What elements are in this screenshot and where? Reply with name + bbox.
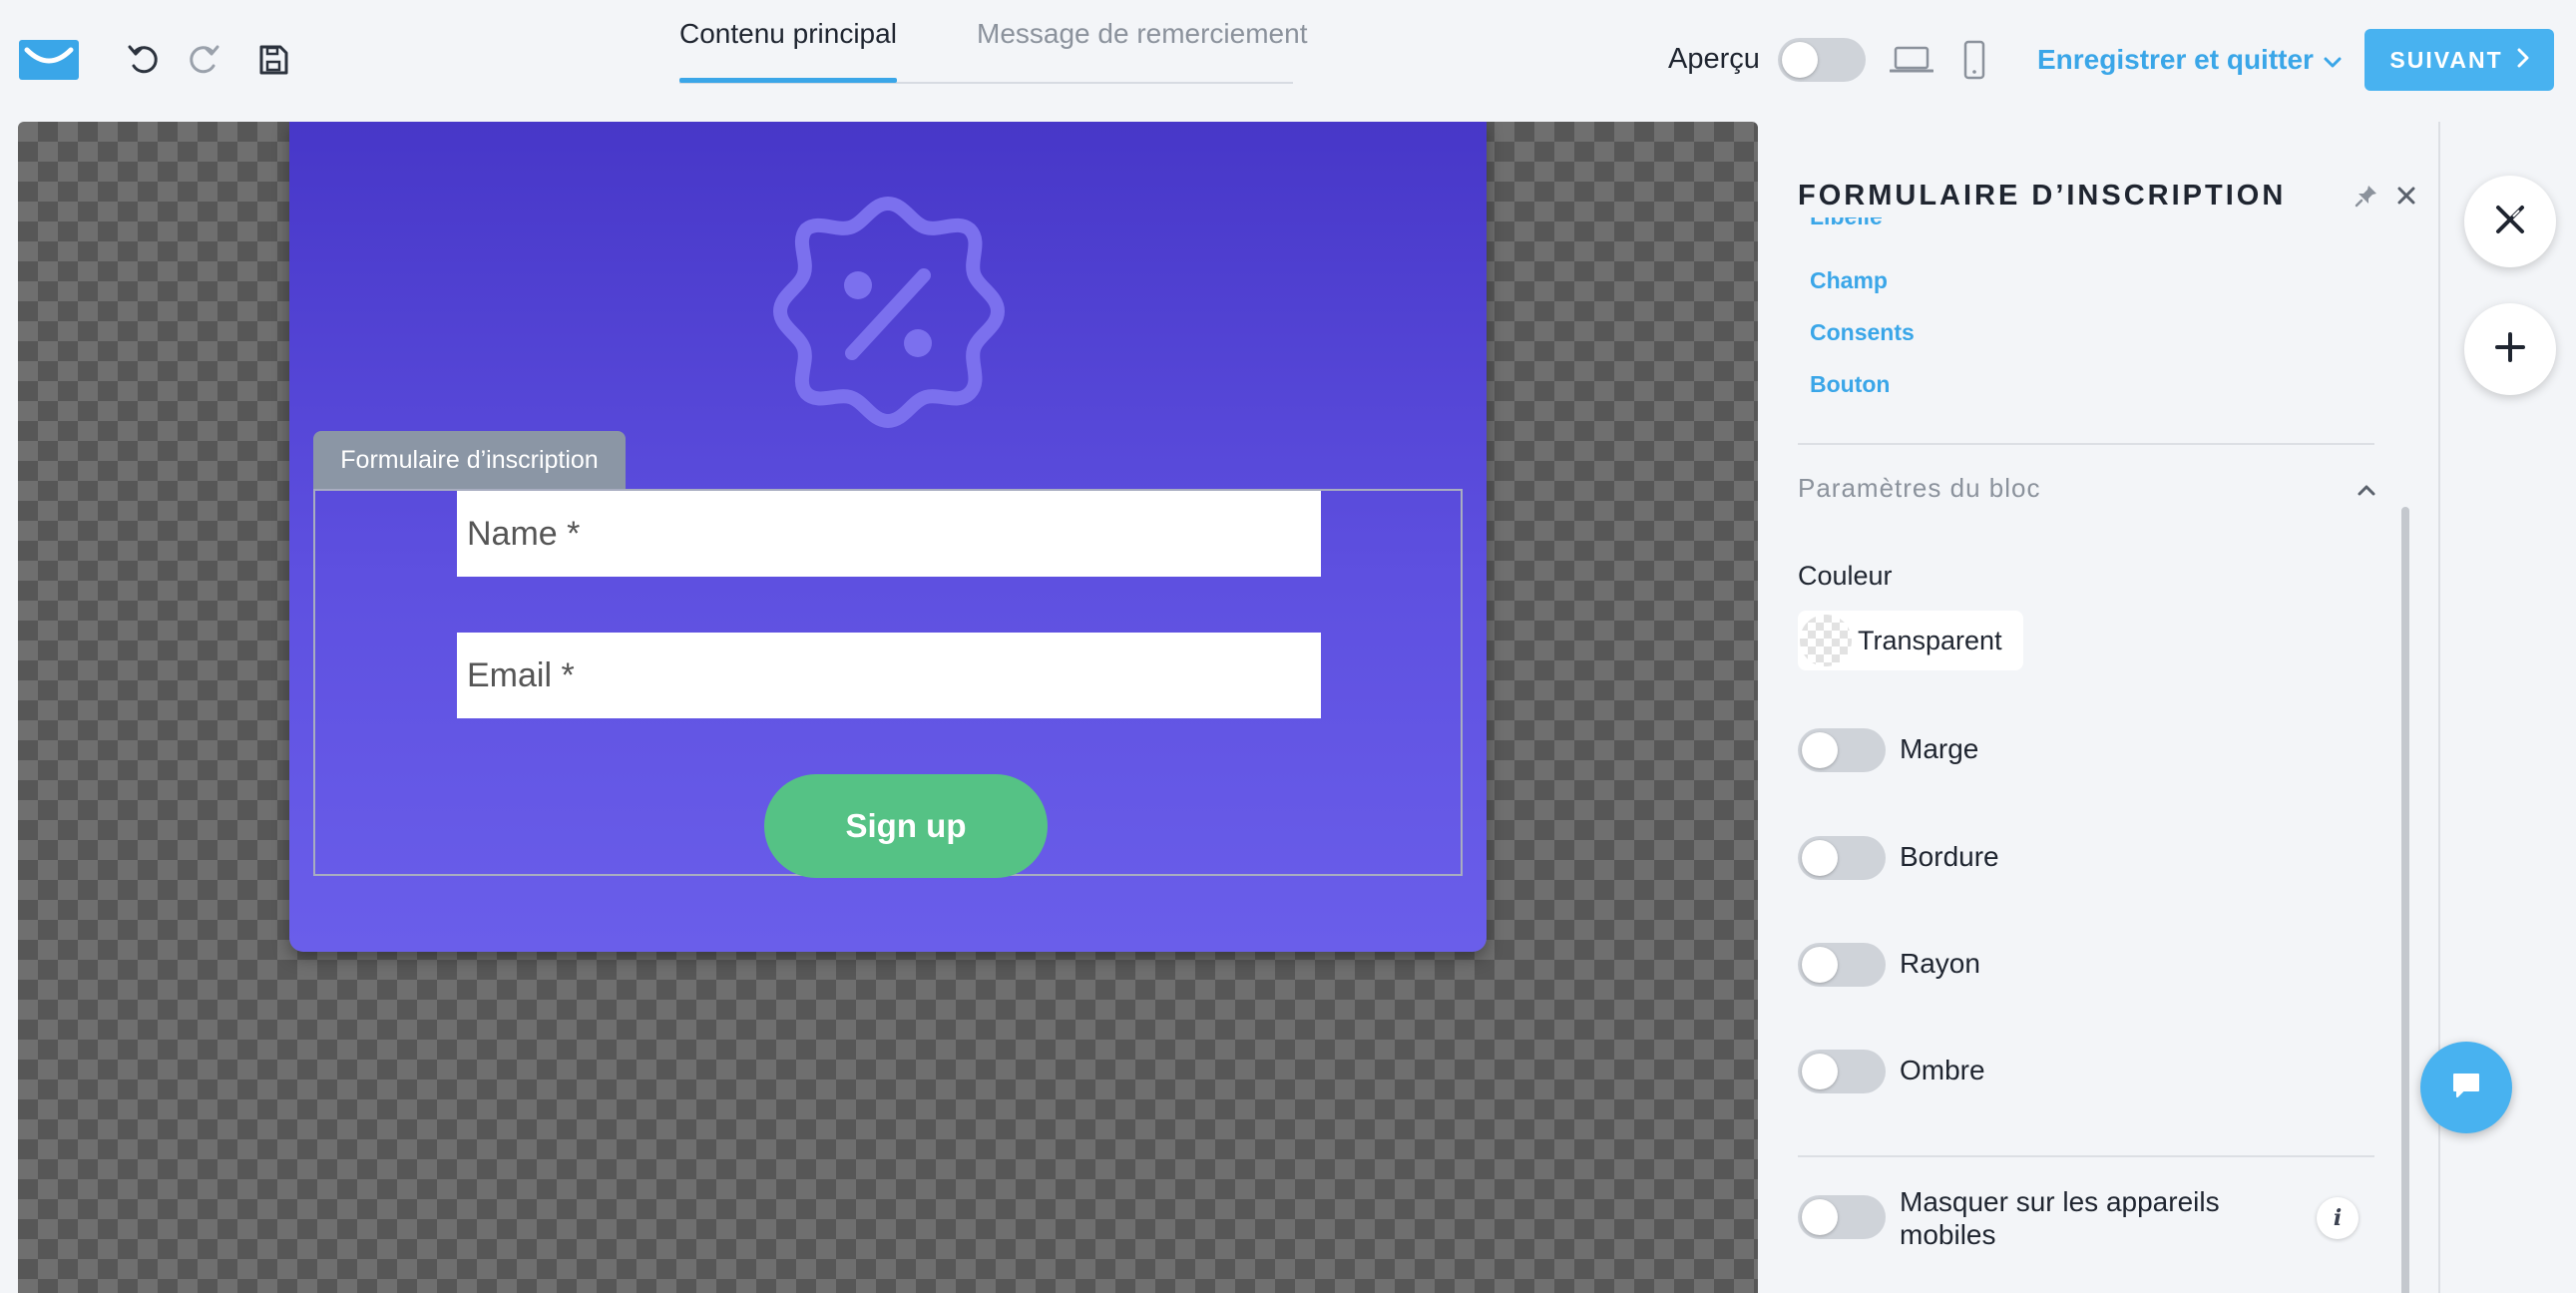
envelope-logo-icon[interactable] [18, 38, 80, 82]
chat-button[interactable] [2420, 1042, 2512, 1133]
tab-main-content[interactable]: Contenu principal [679, 18, 897, 50]
next-button[interactable]: SUIVANT [2364, 29, 2554, 91]
editor-canvas[interactable]: Formulaire d’inscription Sign up [18, 122, 1758, 1293]
preview-label: Aperçu [1668, 43, 1760, 75]
color-value: Transparent [1858, 625, 2002, 655]
toggle-knob [1802, 1054, 1838, 1089]
chevron-up-icon[interactable] [2355, 479, 2378, 503]
divider [1798, 443, 2374, 445]
margin-label: Marge [1900, 733, 1979, 764]
save-and-quit-label: Enregistrer et quitter [2037, 44, 2314, 75]
toggle-knob [1782, 42, 1818, 78]
panel-link-consents[interactable]: Consents [1810, 319, 1915, 346]
chevron-down-icon [2324, 44, 2342, 76]
close-icon [2493, 203, 2527, 241]
transparent-swatch-icon [1800, 615, 1852, 666]
border-label: Bordure [1900, 841, 1999, 872]
panel-link-label[interactable]: Libellé [1810, 217, 1883, 230]
top-bar: Contenu principal Message de remerciemen… [0, 0, 2576, 120]
close-editor-button[interactable] [2464, 176, 2556, 267]
info-icon[interactable]: i [2317, 1197, 2359, 1239]
tab-thank-you-message[interactable]: Message de remerciement [977, 18, 1307, 50]
radius-toggle[interactable] [1798, 943, 1886, 987]
laptop-icon[interactable] [1888, 38, 1935, 82]
active-tab-indicator [679, 78, 897, 83]
save-and-quit-button[interactable]: Enregistrer et quitter [2037, 44, 2342, 76]
shadow-toggle[interactable] [1798, 1050, 1886, 1093]
save-icon[interactable] [253, 40, 293, 80]
divider [1798, 1155, 2374, 1157]
panel-title: FORMULAIRE D’INSCRIPTION [1798, 180, 2287, 212]
pin-icon[interactable] [2353, 182, 2380, 210]
popup-preview[interactable]: Formulaire d’inscription Sign up [289, 122, 1487, 952]
toggle-knob [1802, 732, 1838, 768]
close-icon[interactable] [2392, 182, 2420, 210]
undo-icon[interactable] [124, 40, 164, 80]
block-settings-header[interactable]: Paramètres du bloc [1798, 473, 2040, 504]
radius-label: Rayon [1900, 948, 1980, 979]
toggle-knob [1802, 840, 1838, 876]
email-input[interactable] [457, 633, 1321, 718]
chevron-right-icon [2517, 47, 2529, 74]
signup-form-tag[interactable]: Formulaire d’inscription [313, 431, 626, 489]
partial-link-clip: Libellé [1810, 217, 2009, 231]
color-label: Couleur [1798, 561, 1893, 591]
panel-link-field[interactable]: Champ [1810, 267, 1888, 294]
plus-icon [2494, 331, 2526, 368]
shadow-label: Ombre [1900, 1055, 1985, 1085]
add-element-button[interactable] [2464, 303, 2556, 395]
properties-panel: FORMULAIRE D’INSCRIPTION Libellé Champ C… [1758, 122, 2438, 1293]
toggle-knob [1802, 1199, 1838, 1235]
hide-on-mobile-label: Masquer sur les appareils mobiles [1900, 1186, 2220, 1250]
redo-icon[interactable] [184, 40, 223, 80]
preview-toggle[interactable] [1778, 38, 1866, 82]
color-picker[interactable]: Transparent [1798, 611, 2023, 670]
phone-icon[interactable] [1950, 38, 1998, 82]
margin-toggle[interactable] [1798, 728, 1886, 772]
discount-badge-icon[interactable] [766, 190, 1010, 433]
name-input[interactable] [457, 491, 1321, 577]
toggle-knob [1802, 947, 1838, 983]
chat-icon [2451, 1072, 2481, 1104]
hide-on-mobile-toggle[interactable] [1798, 1195, 1886, 1239]
border-toggle[interactable] [1798, 836, 1886, 880]
next-label: SUIVANT [2389, 46, 2503, 73]
signup-button[interactable]: Sign up [764, 774, 1048, 878]
panel-scrollbar[interactable] [2401, 507, 2409, 1293]
tabs: Contenu principal Message de remerciemen… [679, 0, 1307, 84]
panel-link-button[interactable]: Bouton [1810, 371, 1890, 398]
